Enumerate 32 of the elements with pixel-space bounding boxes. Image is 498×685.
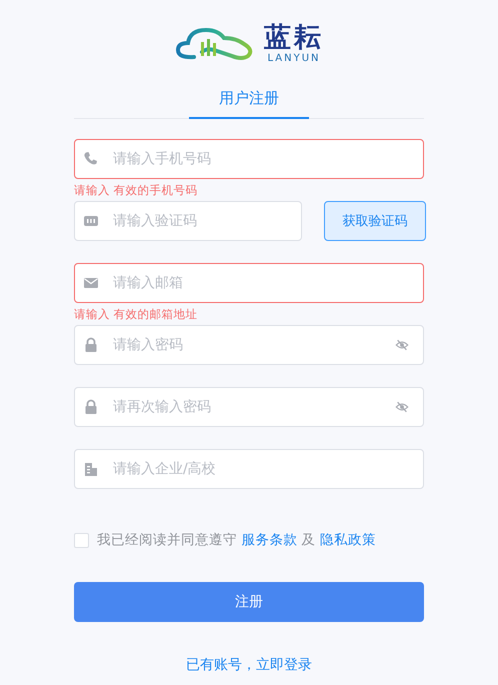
- brand-subtitle: LANYUN: [267, 53, 321, 65]
- password-field[interactable]: 请再次输入密码: [74, 387, 424, 427]
- email-field[interactable]: 请输入邮箱: [74, 263, 424, 303]
- eye-off-icon[interactable]: [395, 400, 409, 414]
- building-icon: [83, 461, 99, 477]
- text-input[interactable]: 请输入密码: [107, 337, 387, 353]
- get-code-button[interactable]: 获取验证码: [324, 201, 426, 241]
- eye-off-icon[interactable]: [395, 338, 409, 352]
- company-field[interactable]: 请输入企业/高校: [74, 449, 424, 489]
- message-icon: [83, 213, 99, 229]
- lock-icon: [83, 337, 99, 353]
- register-button[interactable]: 注册: [74, 582, 424, 622]
- password-field[interactable]: 请输入密码: [74, 325, 424, 365]
- text-input[interactable]: 请输入验证码: [107, 213, 287, 229]
- agreement-text: 我已经阅读并同意遵守 服务条款 及 隐私政策: [97, 531, 376, 549]
- mail-icon: [83, 275, 99, 291]
- login-link[interactable]: 已有账号，立即登录: [186, 656, 312, 674]
- text-input[interactable]: 请输入手机号码: [107, 151, 409, 167]
- text-input[interactable]: 请输入邮箱: [107, 275, 409, 291]
- error-message: 请输入 有效的手机号码: [74, 182, 198, 199]
- text-input[interactable]: 请输入企业/高校: [107, 461, 409, 477]
- agree-checkbox[interactable]: [74, 532, 89, 548]
- terms-link[interactable]: 服务条款: [241, 532, 298, 548]
- phone-field[interactable]: 请输入手机号码: [74, 139, 424, 179]
- phone-icon: [83, 151, 99, 167]
- text-input[interactable]: 请再次输入密码: [107, 399, 387, 415]
- brand-name: 蓝耘: [264, 23, 324, 53]
- error-message: 请输入 有效的邮箱地址: [74, 306, 198, 323]
- lock-icon: [83, 399, 99, 415]
- privacy-link[interactable]: 隐私政策: [320, 532, 376, 548]
- tab[interactable]: 用户注册: [189, 80, 309, 119]
- code-field[interactable]: 请输入验证码: [74, 201, 302, 241]
